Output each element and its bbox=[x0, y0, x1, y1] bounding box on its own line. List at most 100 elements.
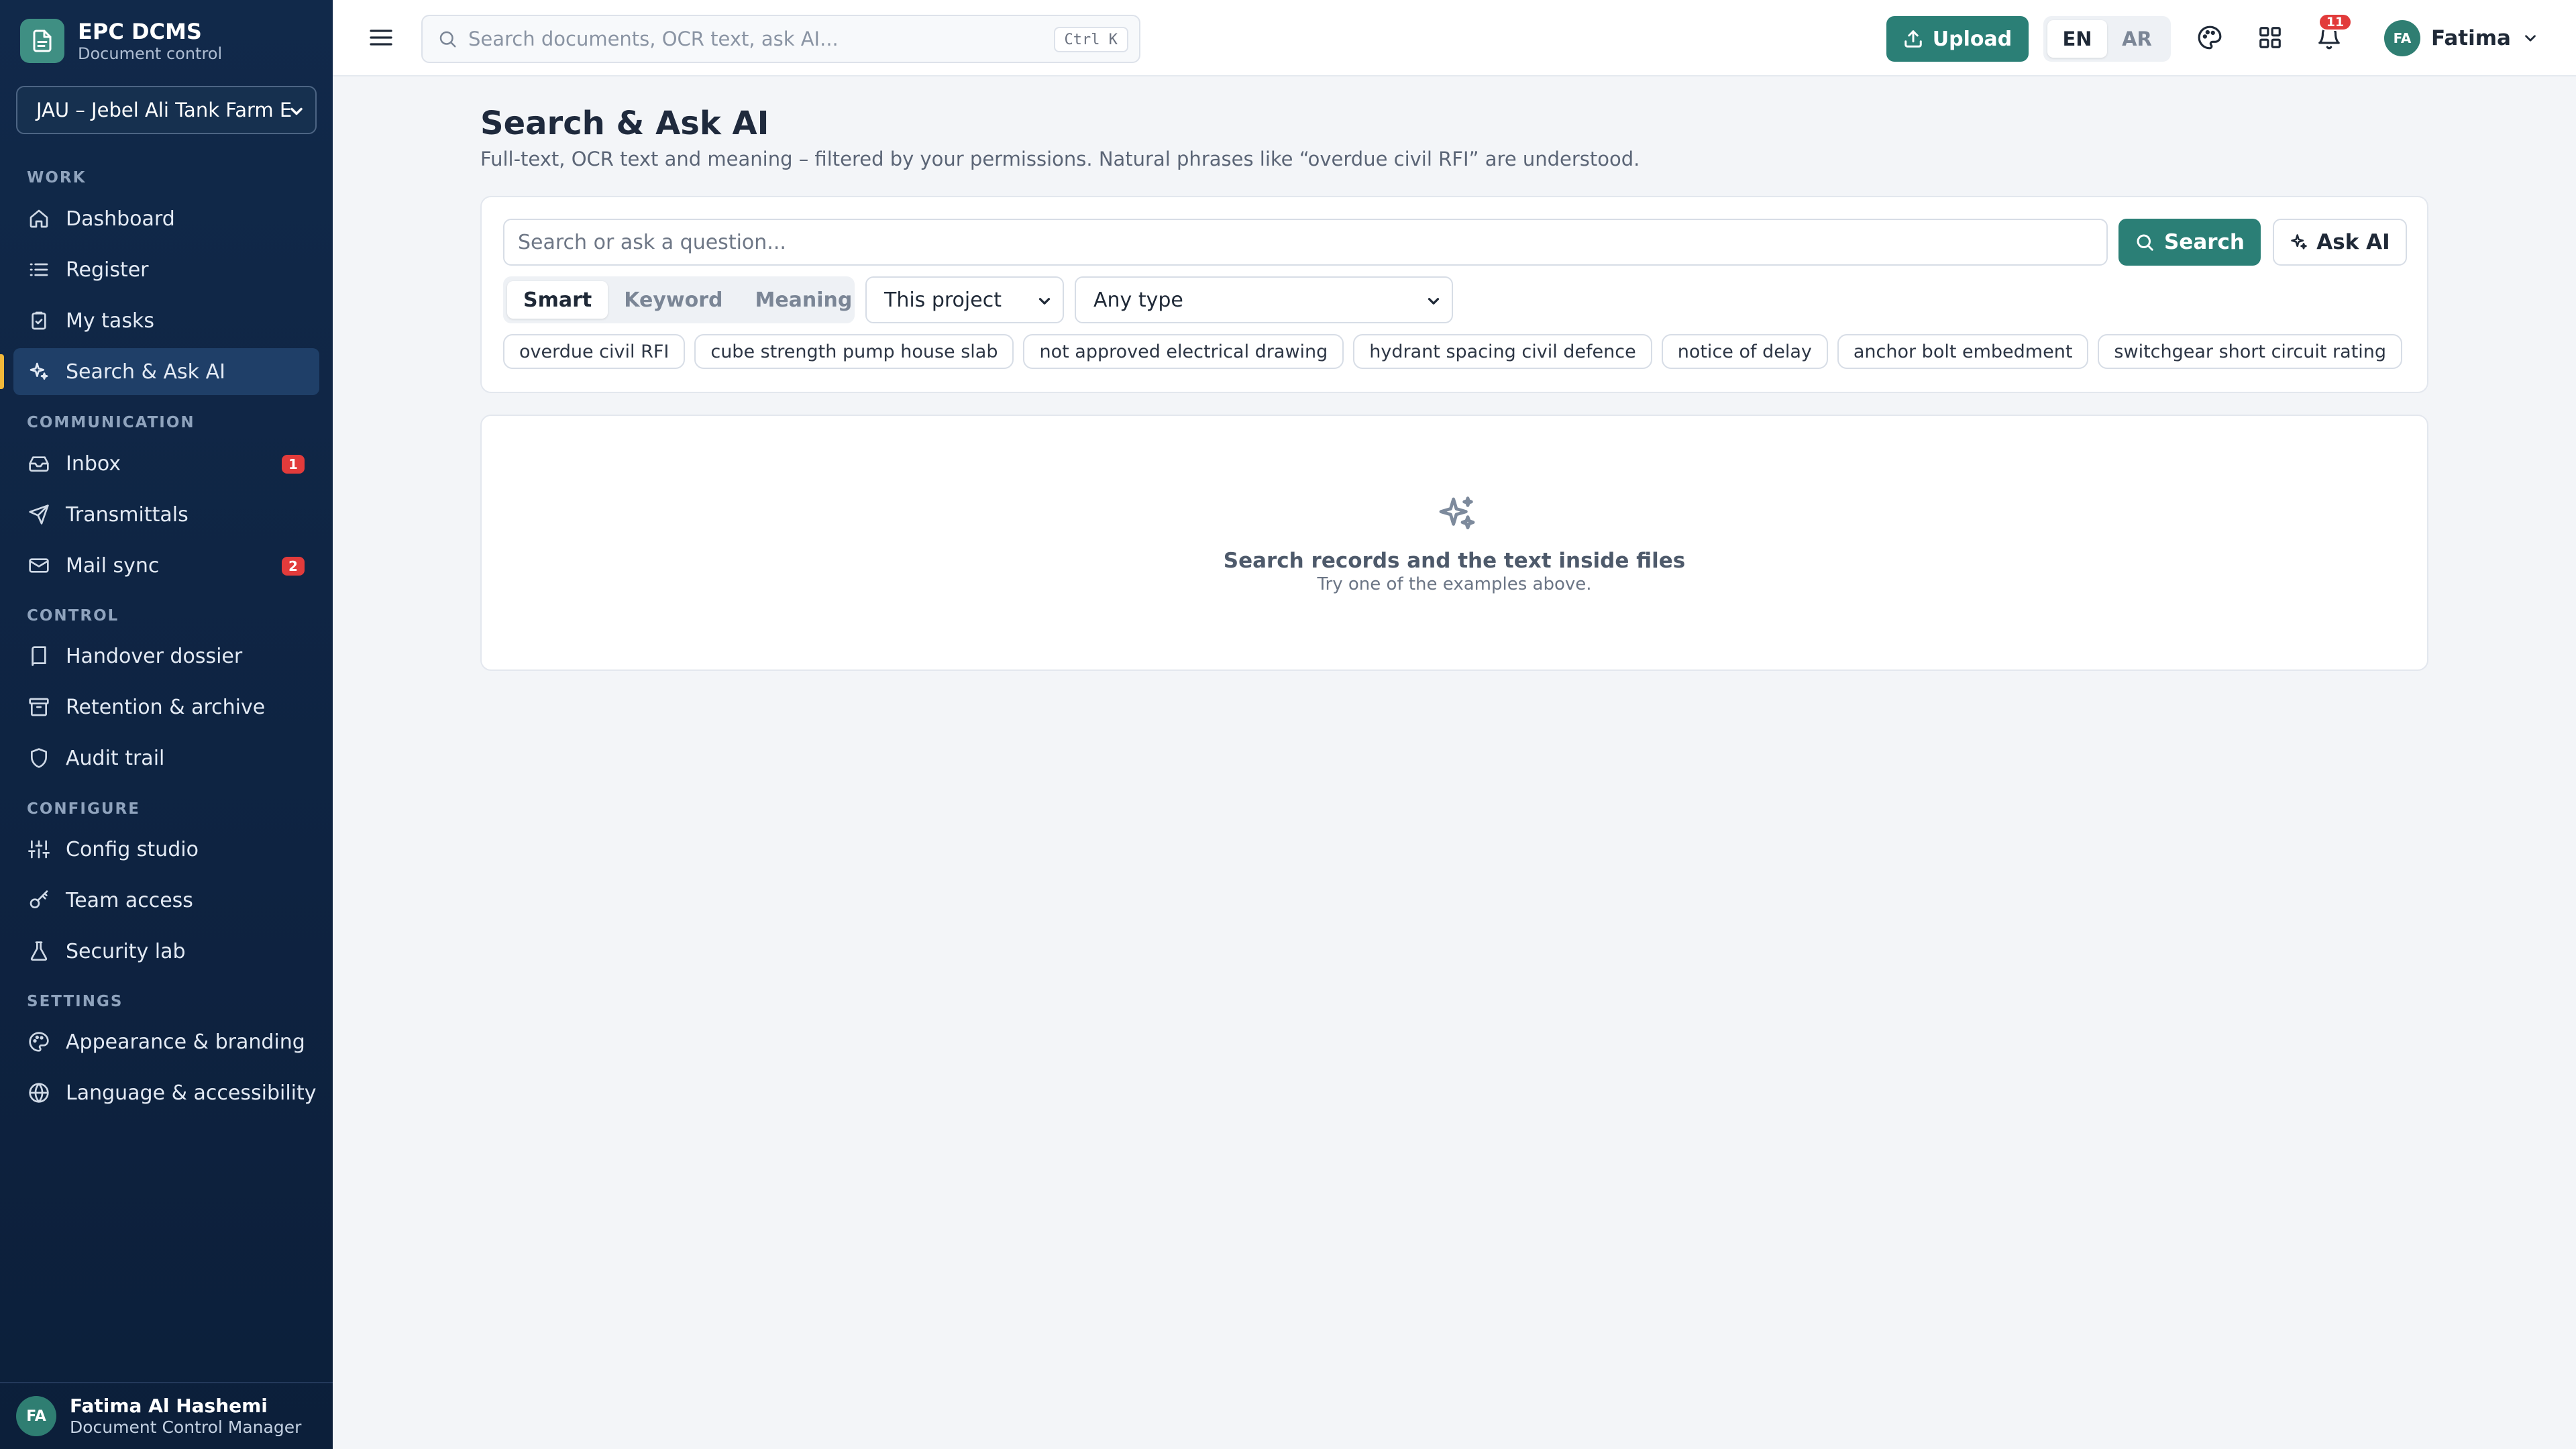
sidebar-item-my-tasks[interactable]: My tasks bbox=[13, 297, 319, 344]
upload-icon bbox=[1904, 30, 1922, 48]
search-icon bbox=[2137, 234, 2153, 251]
upload-button-label: Upload bbox=[1932, 27, 2012, 51]
theme-button[interactable] bbox=[2195, 23, 2224, 52]
sidebar-item-label: Config studio bbox=[66, 837, 199, 861]
ask-ai-button-label: Ask AI bbox=[2316, 230, 2390, 254]
example-query-chip[interactable]: switchgear short circuit rating bbox=[2098, 334, 2403, 369]
user-short-name: Fatima bbox=[2431, 26, 2511, 50]
search-button[interactable]: Search bbox=[2118, 219, 2261, 266]
sidebar-item-appearance-branding[interactable]: Appearance & branding bbox=[13, 1018, 319, 1065]
mode-option-meaning[interactable]: Meaning bbox=[739, 281, 868, 319]
clipboard-check-icon bbox=[27, 309, 51, 333]
mode-option-keyword[interactable]: Keyword bbox=[608, 281, 739, 319]
example-query-chip[interactable]: cube strength pump house slab bbox=[694, 334, 1014, 369]
chevron-down-icon bbox=[1428, 298, 1440, 305]
language-option-ar[interactable]: AR bbox=[2107, 20, 2167, 58]
sidebar-item-transmittals[interactable]: Transmittals bbox=[13, 491, 319, 538]
sidebar-item-search-ask-ai[interactable]: Search & Ask AI bbox=[13, 348, 319, 395]
global-search[interactable]: Ctrl K bbox=[421, 15, 1140, 63]
sidebar-item-label: Transmittals bbox=[66, 502, 189, 527]
mail-sync-count-badge: 2 bbox=[282, 557, 305, 576]
example-query-chip[interactable]: not approved electrical drawing bbox=[1023, 334, 1344, 369]
query-field[interactable] bbox=[503, 219, 2108, 266]
sidebar-item-label: Retention & archive bbox=[66, 695, 266, 719]
sidebar-item-register[interactable]: Register bbox=[13, 246, 319, 293]
sidebar-item-label: Inbox bbox=[66, 451, 121, 476]
sidebar-item-label: Appearance & branding bbox=[66, 1030, 305, 1054]
sidebar-item-inbox[interactable]: Inbox 1 bbox=[13, 440, 319, 487]
sidebar-item-label: Team access bbox=[66, 888, 193, 912]
language-option-en[interactable]: EN bbox=[2047, 20, 2107, 58]
empty-state-subtitle: Try one of the examples above. bbox=[1317, 574, 1592, 594]
sidebar-item-label: Dashboard bbox=[66, 207, 175, 231]
avatar: FA bbox=[2384, 20, 2420, 56]
type-select[interactable]: Any type bbox=[1075, 276, 1453, 323]
sidebar-item-label: My tasks bbox=[66, 309, 154, 333]
page-title: Search & Ask AI bbox=[480, 105, 769, 142]
sidebar-item-label: Audit trail bbox=[66, 746, 165, 770]
grid-icon bbox=[2259, 27, 2281, 48]
section-label-control: CONTROL bbox=[27, 607, 119, 625]
sidebar-item-audit-trail[interactable]: Audit trail bbox=[13, 735, 319, 782]
sliders-icon bbox=[27, 837, 51, 861]
palette-icon bbox=[2198, 25, 2222, 50]
document-logo-icon bbox=[20, 19, 64, 63]
scope-select-value: This project bbox=[884, 288, 1002, 312]
notification-count-badge: 11 bbox=[2318, 13, 2352, 31]
send-icon bbox=[27, 502, 51, 527]
sidebar-item-label: Security lab bbox=[66, 939, 186, 963]
sidebar-item-dashboard[interactable]: Dashboard bbox=[13, 195, 319, 242]
search-icon bbox=[439, 31, 456, 48]
home-icon bbox=[27, 207, 51, 231]
chevron-down-icon bbox=[1038, 298, 1051, 305]
type-select-value: Any type bbox=[1093, 288, 1183, 312]
empty-state-title: Search records and the text inside files bbox=[1223, 549, 1686, 573]
example-query-chip[interactable]: anchor bolt embedment bbox=[1837, 334, 2089, 369]
global-search-input[interactable] bbox=[468, 28, 1045, 50]
sparkles-icon bbox=[1439, 496, 1475, 530]
query-input[interactable] bbox=[518, 230, 2106, 254]
section-label-configure: CONFIGURE bbox=[27, 800, 140, 818]
apps-button[interactable] bbox=[2255, 23, 2285, 52]
upload-button[interactable]: Upload bbox=[1886, 16, 2029, 62]
archive-icon bbox=[27, 695, 51, 719]
sidebar-item-config-studio[interactable]: Config studio bbox=[13, 826, 319, 873]
sparkle-icon bbox=[27, 360, 51, 384]
sparkle-icon bbox=[2291, 234, 2308, 250]
globe-icon bbox=[27, 1081, 51, 1105]
example-query-chip[interactable]: overdue civil RFI bbox=[503, 334, 686, 369]
user-menu[interactable]: FA Fatima bbox=[2384, 20, 2539, 56]
sidebar-user-card[interactable]: FA Fatima Al Hashemi Document Control Ma… bbox=[0, 1382, 333, 1449]
language-toggle: EN AR bbox=[2043, 16, 2171, 62]
sidebar-item-handover-dossier[interactable]: Handover dossier bbox=[13, 633, 319, 680]
key-icon bbox=[27, 888, 51, 912]
scope-select[interactable]: This project bbox=[865, 276, 1064, 323]
sidebar-item-label: Mail sync bbox=[66, 553, 160, 578]
sidebar-item-label: Language & accessibility bbox=[66, 1081, 317, 1105]
search-button-label: Search bbox=[2163, 230, 2245, 254]
search-panel: Search Ask AI Smart Keyword Meaning This… bbox=[480, 196, 2428, 393]
sidebar-item-retention-archive[interactable]: Retention & archive bbox=[13, 684, 319, 731]
sidebar-item-team-access[interactable]: Team access bbox=[13, 877, 319, 924]
brand-name: EPC DCMS bbox=[78, 19, 202, 44]
inbox-count-badge: 1 bbox=[282, 455, 305, 474]
mode-option-smart[interactable]: Smart bbox=[507, 281, 608, 319]
book-icon bbox=[27, 644, 51, 668]
sidebar-item-language-accessibility[interactable]: Language & accessibility bbox=[13, 1069, 319, 1116]
section-label-work: WORK bbox=[27, 169, 87, 186]
project-selector[interactable]: JAU – Jebel Ali Tank Farm E bbox=[16, 86, 317, 134]
chevron-down-icon bbox=[2525, 35, 2536, 42]
sidebar-item-security-lab[interactable]: Security lab bbox=[13, 928, 319, 975]
sidebar-item-mail-sync[interactable]: Mail sync 2 bbox=[13, 542, 319, 589]
example-query-chip[interactable]: notice of delay bbox=[1661, 334, 1828, 369]
list-icon bbox=[27, 258, 51, 282]
example-query-chip[interactable]: hydrant spacing civil defence bbox=[1353, 334, 1652, 369]
menu-toggle-button[interactable] bbox=[368, 24, 394, 51]
inbox-icon bbox=[27, 451, 51, 476]
flask-icon bbox=[27, 939, 51, 963]
section-label-communication: COMMUNICATION bbox=[27, 414, 195, 431]
user-full-name: Fatima Al Hashemi bbox=[70, 1395, 268, 1417]
brand[interactable]: EPC DCMS Document control bbox=[20, 19, 222, 63]
ask-ai-button[interactable]: Ask AI bbox=[2273, 219, 2407, 266]
section-label-settings: SETTINGS bbox=[27, 993, 123, 1010]
